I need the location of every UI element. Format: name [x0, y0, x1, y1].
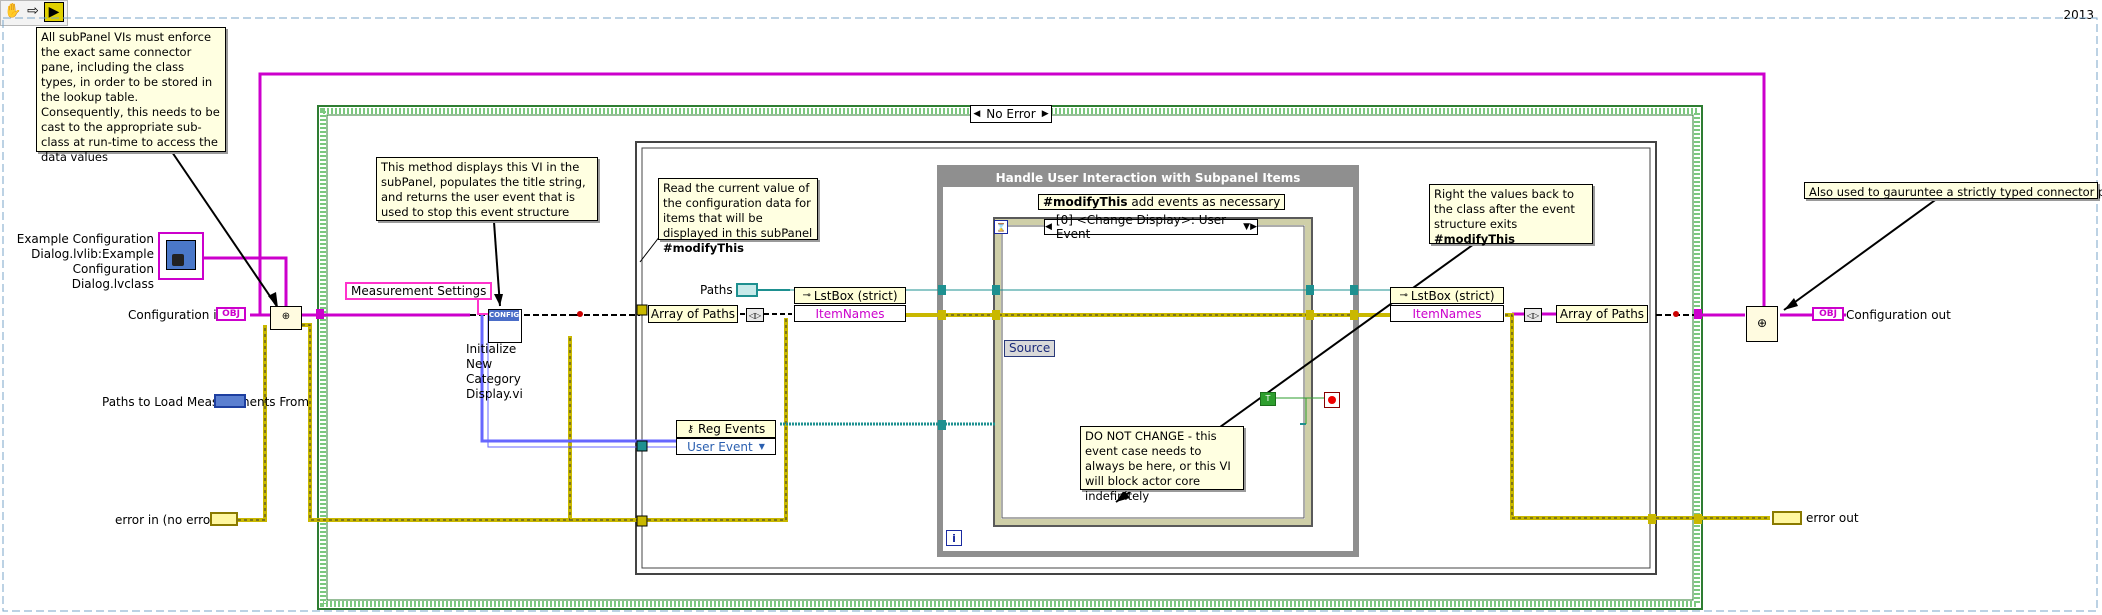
- bundle-icon[interactable]: ◁▷: [1524, 308, 1542, 322]
- unbundle-icon[interactable]: ◁▷: [746, 308, 764, 322]
- paths-to-load-label: Paths to Load Measurements From: [102, 395, 310, 409]
- selector-decrement-icon[interactable]: ◀: [973, 109, 980, 119]
- measurement-settings-constant[interactable]: Measurement Settings: [345, 282, 493, 300]
- to-more-specific-class-node[interactable]: ⊕: [270, 306, 302, 330]
- config-in-label: Configuration in: [128, 308, 225, 322]
- class-constant-label: Example Configuration Dialog.lvlib:Examp…: [16, 232, 154, 291]
- event-selector[interactable]: ◀ [0] <Change Display>: User Event ▼ ▶: [1044, 213, 1258, 241]
- note-subpanel: All subPanel VIs must enforce the exact …: [36, 27, 226, 164]
- itemnames-right[interactable]: ItemNames: [1390, 305, 1504, 322]
- array-of-paths-left[interactable]: Array of Paths: [648, 305, 738, 323]
- user-event-node[interactable]: User Event ▼: [676, 438, 776, 455]
- to-more-generic-class-node[interactable]: ⊕: [1746, 306, 1778, 342]
- event-increment-icon[interactable]: ▶: [1250, 222, 1257, 232]
- initialize-vi-label: Initialize New Category Display.vi: [466, 342, 523, 401]
- event-case-label: #modifyThis add events as necessary: [1038, 194, 1286, 210]
- comment-arrow: [171, 151, 279, 309]
- event-dropdown-icon[interactable]: ▼: [1243, 222, 1250, 232]
- error-in-label: error in (no error): [115, 513, 220, 527]
- paths-label: Paths: [700, 283, 733, 297]
- selector-increment-icon[interactable]: ▶: [1042, 109, 1049, 119]
- error-out-label: error out: [1806, 511, 1859, 525]
- event-frame-title: Handle User Interaction with Subpanel It…: [941, 169, 1355, 187]
- lstbox-left[interactable]: ⊸ LstBox (strict): [794, 287, 906, 304]
- note-method-display: This method displays this VI in the subP…: [376, 157, 598, 221]
- paths-terminal[interactable]: [736, 283, 758, 297]
- case-selector[interactable]: ◀ No Error ▶: [970, 105, 1052, 123]
- loop-iteration-terminal: i: [946, 530, 962, 546]
- class-constant-icon[interactable]: [158, 232, 204, 280]
- error-in-terminal[interactable]: [210, 512, 238, 526]
- note-write-back: Right the values back to the class after…: [1429, 184, 1593, 246]
- reg-events-icon: ⚷: [686, 423, 695, 435]
- true-constant[interactable]: T: [1260, 392, 1276, 406]
- initialize-vi-node[interactable]: CONFIG: [488, 309, 522, 343]
- config-out-terminal[interactable]: OBJ: [1812, 307, 1844, 321]
- config-in-terminal[interactable]: OBJ: [216, 307, 246, 321]
- note-do-not-change: DO NOT CHANGE - this event case needs to…: [1080, 426, 1244, 503]
- reg-events-node[interactable]: ⚷ Reg Events: [676, 420, 776, 438]
- note-connector-pane: Also used to gauruntee a strictly typed …: [1804, 182, 2102, 199]
- itemnames-left[interactable]: ItemNames: [794, 305, 906, 322]
- key-icon-right: ⊸: [1399, 290, 1408, 301]
- lstbox-right[interactable]: ⊸ LstBox (strict): [1390, 287, 1504, 304]
- event-timeout-icon[interactable]: ⌛: [994, 220, 1008, 234]
- key-icon: ⊸: [802, 290, 811, 301]
- config-out-label: Configuration out: [1846, 308, 1951, 322]
- array-of-paths-right[interactable]: Array of Paths: [1556, 305, 1648, 323]
- note-read-current: Read the current value of the configurat…: [658, 178, 818, 255]
- stop-terminal[interactable]: [1324, 392, 1340, 408]
- config-vi-badge: CONFIG: [489, 310, 520, 321]
- source-node[interactable]: Source: [1004, 340, 1056, 357]
- dropdown-arrow-icon: ▼: [758, 442, 765, 451]
- error-out-terminal[interactable]: [1772, 511, 1802, 525]
- event-decrement-icon[interactable]: ◀: [1045, 222, 1052, 232]
- paths-to-load-terminal[interactable]: [214, 394, 246, 408]
